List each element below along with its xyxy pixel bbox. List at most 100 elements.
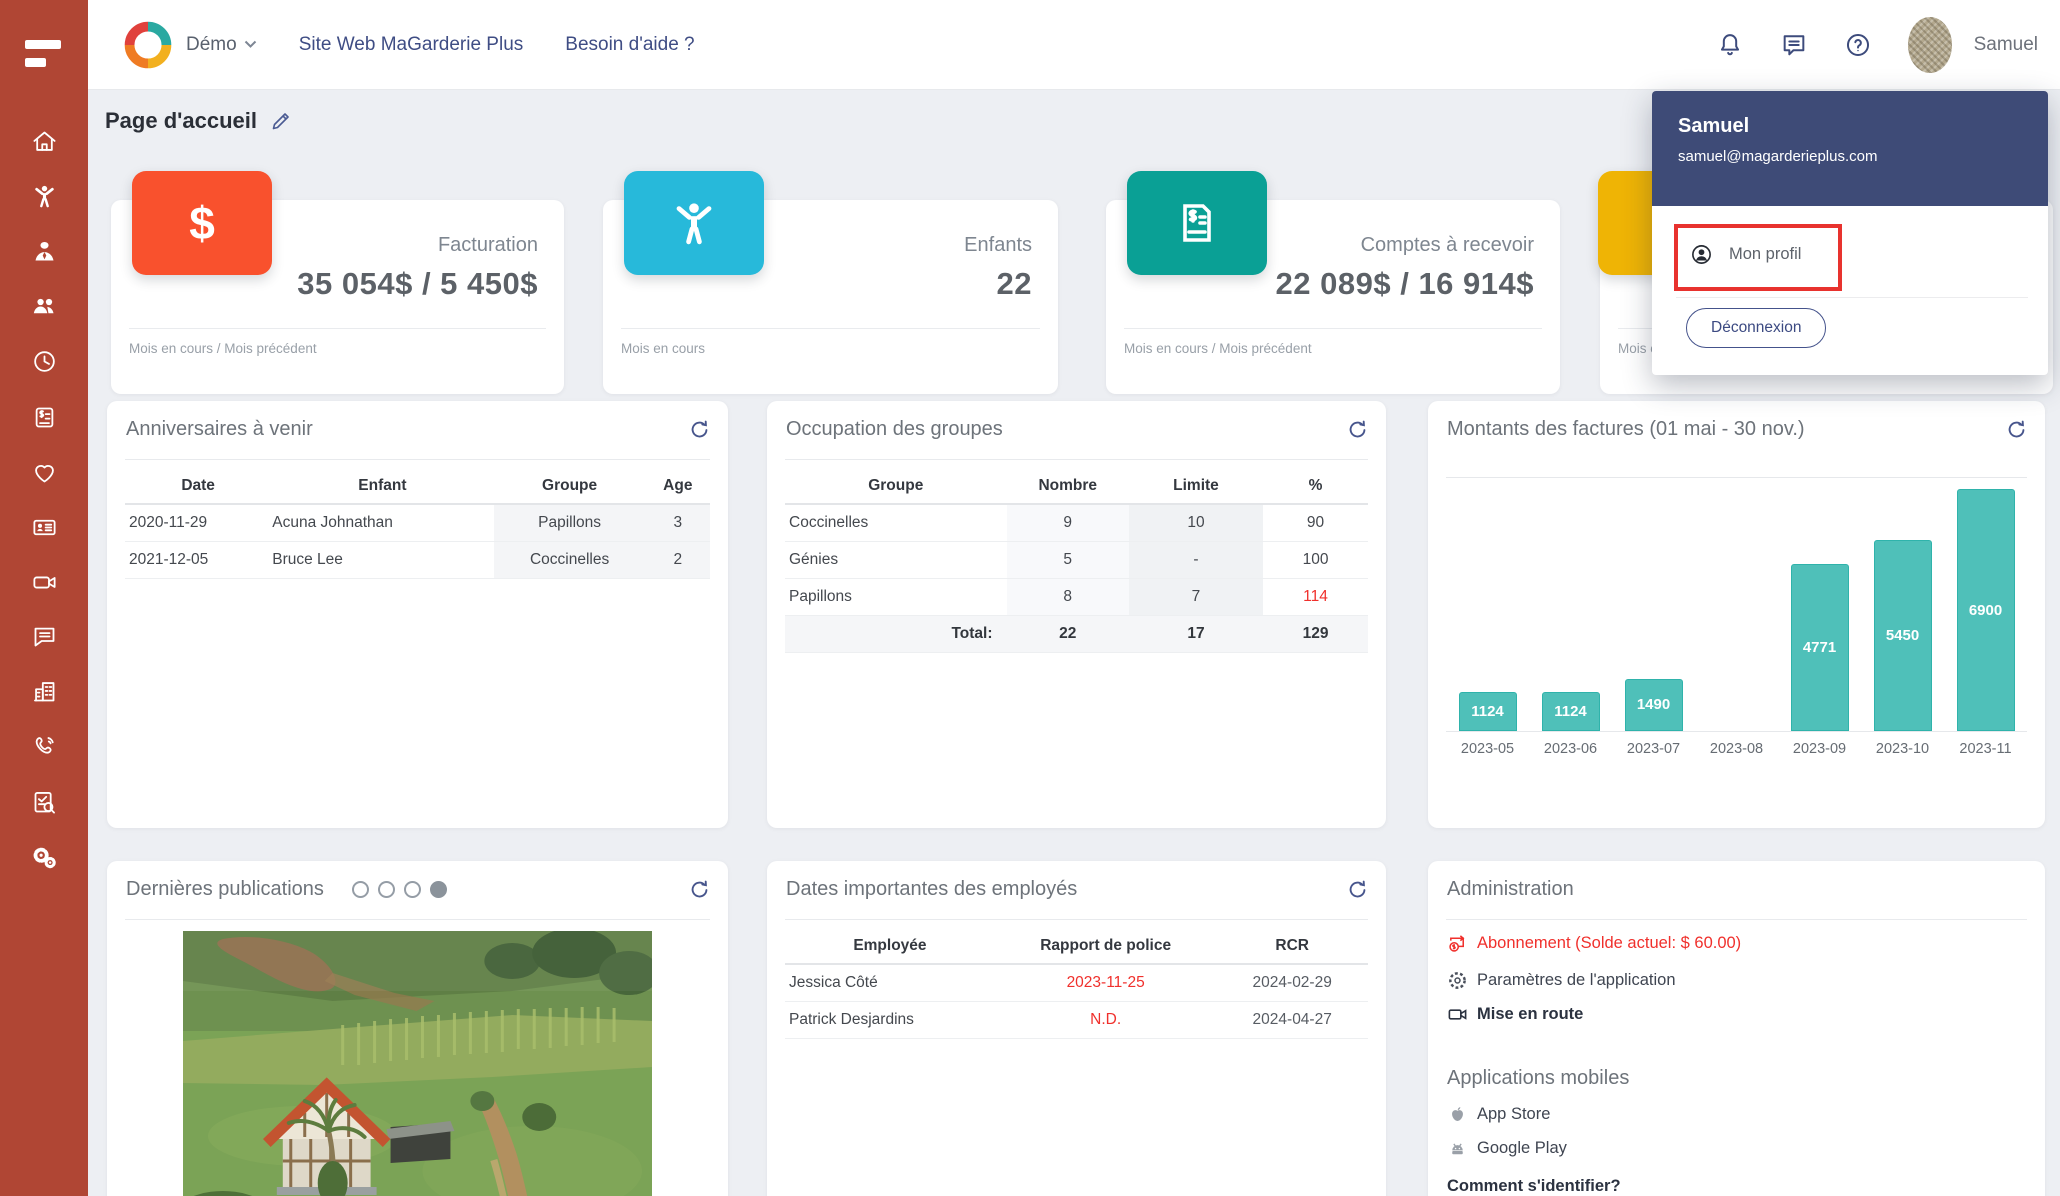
stat-card-billing: $ Facturation 35 054$ / 5 450$ Mois en c… [111,200,564,394]
sidebar-item-reports[interactable] [0,782,88,822]
bar-value-label: 1124 [1471,703,1504,720]
home-icon [31,128,58,155]
chevron-down-icon [244,40,257,49]
col-header: Employée [785,929,995,964]
chart-title: Montants des factures (01 mai - 30 nov.) [1447,418,1805,441]
sidebar-item-facility[interactable] [0,671,88,711]
page-title: Page d'accueil [105,108,293,134]
stat-footer: Mois en cours / Mois précédent [1124,341,1312,356]
publication-photo[interactable] [183,931,652,1196]
carousel-dots [352,881,447,898]
android-icon [1447,1138,1468,1159]
card-title: Occupation des groupes [786,418,1003,441]
chart-tick-label: 2023-11 [1959,741,2011,757]
col-header: Nombre [1007,469,1129,504]
table-row[interactable]: Papillons8 7114 [785,578,1368,615]
video-camera-icon [31,569,58,596]
logout-button[interactable]: Déconnexion [1686,308,1826,348]
col-header: Enfant [271,469,493,504]
police-report-date: N.D. [995,1001,1217,1038]
org-selector[interactable]: Démo [186,34,257,56]
col-header: Groupe [785,469,1007,504]
bar: 6900 [1957,489,2015,731]
menu-toggle-icon[interactable] [25,40,61,76]
notifications-button[interactable] [1716,31,1744,59]
sidebar [0,0,88,1196]
sidebar-item-schedule[interactable] [0,341,88,381]
table-row[interactable]: 2020-11-29Acuna Johnathan Papillons3 [125,504,710,541]
col-header: Date [125,469,271,504]
sidebar-item-contacts[interactable] [0,507,88,547]
getting-started-link[interactable]: Mise en route [1447,1004,1583,1025]
refresh-button[interactable] [689,419,710,440]
stat-label: Facturation [438,234,538,257]
stat-value: 22 [997,266,1032,302]
table-row[interactable]: 2021-12-05Bruce Lee Coccinelles2 [125,541,710,578]
edit-pencil-icon[interactable] [269,109,293,133]
refresh-button[interactable] [2006,419,2027,440]
topbar: Démo Site Web MaGarderie Plus Besoin d'a… [88,0,2060,90]
sidebar-item-messages[interactable] [0,616,88,656]
bar-slot: 1124 [1542,692,1600,731]
occupation-card: Occupation des groupes Groupe Nombre Lim… [767,401,1386,828]
messages-button[interactable] [1780,31,1808,59]
id-card-icon [31,514,58,541]
sidebar-item-health[interactable] [0,452,88,492]
app-store-link[interactable]: App Store [1447,1104,1550,1125]
sidebar-item-employees[interactable] [0,231,88,271]
sidebar-item-groups[interactable] [0,286,88,326]
sidebar-item-calls[interactable] [0,726,88,766]
refresh-button[interactable] [1347,419,1368,440]
how-to-login-link[interactable]: Comment s'identifier? [1447,1177,1621,1196]
group-icon [31,293,58,320]
administration-card: Administration Abonnement (Solde actuel:… [1428,861,2045,1196]
carousel-dot[interactable] [352,881,369,898]
user-menu-panel: Samuel samuel@magarderieplus.com Mon pro… [1652,91,2048,375]
person-circle-icon [1690,243,1713,266]
help-button[interactable] [1844,31,1872,59]
col-header: Groupe [494,469,646,504]
google-play-link[interactable]: Google Play [1447,1138,1567,1159]
building-icon [31,678,58,705]
card-title: Dernières publications [126,878,324,901]
bar-value-label: 1124 [1554,703,1587,720]
sidebar-item-settings[interactable] [0,837,88,877]
my-profile-item[interactable]: Mon profil [1690,243,1801,266]
child-icon [31,183,58,210]
stat-label: Enfants [964,234,1032,257]
employee-dates-card: Dates importantes des employés Employée … [767,861,1386,1196]
sidebar-item-children[interactable] [0,176,88,216]
link-help[interactable]: Besoin d'aide ? [565,34,694,56]
carousel-dot[interactable] [378,881,395,898]
table-row[interactable]: Génies5 -100 [785,541,1368,578]
chat-square-icon [1780,31,1808,59]
landscape-photo [183,931,652,1196]
apple-icon [1447,1104,1468,1125]
table-row[interactable]: Patrick Desjardins N.D. 2024-04-27 [785,1001,1368,1038]
topbar-user-name[interactable]: Samuel [1974,34,2038,56]
table-row[interactable]: Coccinelles9 1090 [785,504,1368,541]
children-tile-icon [624,171,764,275]
subscription-link[interactable]: Abonnement (Solde actuel: $ 60.00) [1447,933,1741,954]
stat-footer: Mois en cours [621,341,705,356]
clock-icon [31,348,58,375]
bar-slot: 5450 [1874,540,1932,731]
sidebar-item-billing[interactable] [0,397,88,437]
stat-card-children: Enfants 22 Mois en cours [603,200,1058,394]
stat-card-receivables: Comptes à recevoir 22 089$ / 16 914$ Moi… [1106,200,1560,394]
table-row[interactable]: Jessica Côté 2023-11-25 2024-02-29 [785,964,1368,1001]
user-avatar[interactable] [1908,17,1952,73]
sidebar-item-video[interactable] [0,562,88,602]
birthdays-table: Date Enfant Groupe Age 2020-11-29Acuna J… [125,469,710,579]
stat-value: 35 054$ / 5 450$ [297,266,538,302]
sidebar-item-home[interactable] [0,121,88,161]
carousel-dot[interactable] [430,881,447,898]
carousel-dot[interactable] [404,881,421,898]
stat-label: Comptes à recevoir [1361,234,1534,257]
link-website[interactable]: Site Web MaGarderie Plus [299,34,524,56]
refresh-button[interactable] [689,879,710,900]
refresh-button[interactable] [1347,879,1368,900]
col-header: % [1263,469,1368,504]
app-settings-link[interactable]: Paramètres de l'application [1447,970,1676,991]
bar-slot: 1124 [1459,692,1517,731]
